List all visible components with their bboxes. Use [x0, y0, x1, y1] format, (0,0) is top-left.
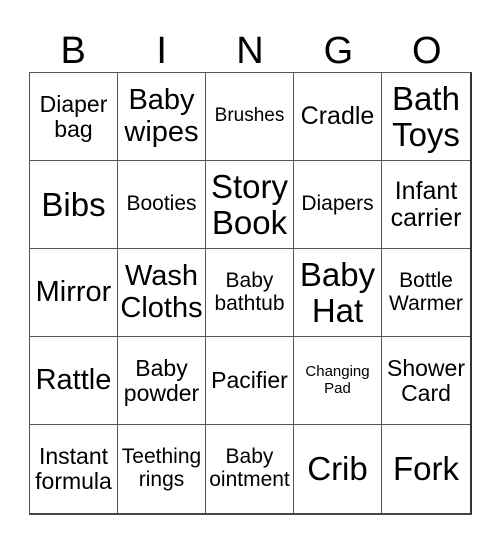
header-letter-g: G — [323, 30, 354, 72]
bingo-cell[interactable]: Bath Toys — [382, 73, 470, 161]
bingo-cell[interactable]: Mirror — [30, 249, 118, 337]
bingo-cell-text: Wash Cloths — [120, 260, 203, 324]
bingo-cell[interactable]: Baby powder — [118, 337, 206, 425]
bingo-cell-text: Fork — [393, 450, 459, 488]
bingo-cell-text: Diapers — [301, 192, 374, 216]
bingo-cell[interactable]: Cradle — [294, 73, 382, 161]
bingo-cell-text: Baby wipes — [124, 84, 199, 148]
bingo-cell-text: Baby powder — [123, 354, 200, 406]
bingo-cell[interactable]: Shower Card — [382, 337, 470, 425]
bingo-cell[interactable]: Baby ointment — [206, 425, 294, 513]
bingo-cell-text: Bibs — [41, 185, 106, 223]
header-letter-n: N — [236, 30, 264, 72]
bingo-cell-text: Booties — [126, 192, 197, 216]
bingo-cell-text: Shower Card — [387, 354, 465, 406]
bingo-cell-text: Changing Pad — [305, 363, 370, 397]
bingo-cell[interactable]: Rattle — [30, 337, 118, 425]
bingo-cell[interactable]: Baby wipes — [118, 73, 206, 161]
bingo-cell[interactable]: Bibs — [30, 161, 118, 249]
bingo-cell[interactable]: Diapers — [294, 161, 382, 249]
bingo-cell[interactable]: Fork — [382, 425, 470, 513]
bingo-cell-text: Baby ointment — [209, 445, 290, 491]
bingo-cell-text: Bottle Warmer — [389, 268, 463, 315]
bingo-cell[interactable]: Teething rings — [118, 425, 206, 513]
bingo-cell-text: Baby Hat — [299, 255, 376, 329]
bingo-cell-text: Crib — [307, 450, 368, 488]
bingo-cell[interactable]: Brushes — [206, 73, 294, 161]
bingo-cell-text: Infant carrier — [390, 176, 462, 232]
bingo-cell[interactable]: Pacifier — [206, 337, 294, 425]
bingo-cell[interactable]: Baby Hat — [294, 249, 382, 337]
bingo-cell[interactable]: Diaper bag — [30, 73, 118, 161]
bingo-cell[interactable]: Instant formula — [30, 425, 118, 513]
bingo-cell-text: Brushes — [214, 105, 285, 127]
header-letter-o: O — [412, 30, 442, 72]
bingo-cell-text: Bath Toys — [392, 79, 460, 153]
bingo-cell-text: Mirror — [35, 275, 112, 308]
bingo-cell[interactable]: Baby bathtub — [206, 249, 294, 337]
bingo-cell-text: Instant formula — [35, 443, 112, 494]
bingo-cell[interactable]: Infant carrier — [382, 161, 470, 249]
bingo-header: B I N G O — [29, 30, 471, 72]
bingo-cell-text: Rattle — [35, 363, 112, 396]
bingo-cell-text: Baby bathtub — [214, 268, 285, 315]
bingo-cell-text: Pacifier — [211, 367, 288, 394]
bingo-cell[interactable]: Changing Pad — [294, 337, 382, 425]
bingo-cell-text: Cradle — [300, 102, 375, 130]
header-letter-b: B — [60, 30, 86, 72]
bingo-cell[interactable]: Booties — [118, 161, 206, 249]
bingo-cell[interactable]: Story Book — [206, 161, 294, 249]
header-letter-i: I — [156, 30, 167, 72]
bingo-cell[interactable]: Crib — [294, 425, 382, 513]
bingo-grid: Diaper bag Baby wipes Brushes Cradle Bath To… — [29, 72, 472, 515]
bingo-cell[interactable]: Wash Cloths — [118, 249, 206, 337]
bingo-cell-text: Diaper bag — [39, 90, 108, 142]
bingo-cell-text: Story Book — [210, 167, 289, 241]
bingo-cell[interactable]: Bottle Warmer — [382, 249, 470, 337]
bingo-cell-text: Teething rings — [121, 445, 202, 491]
